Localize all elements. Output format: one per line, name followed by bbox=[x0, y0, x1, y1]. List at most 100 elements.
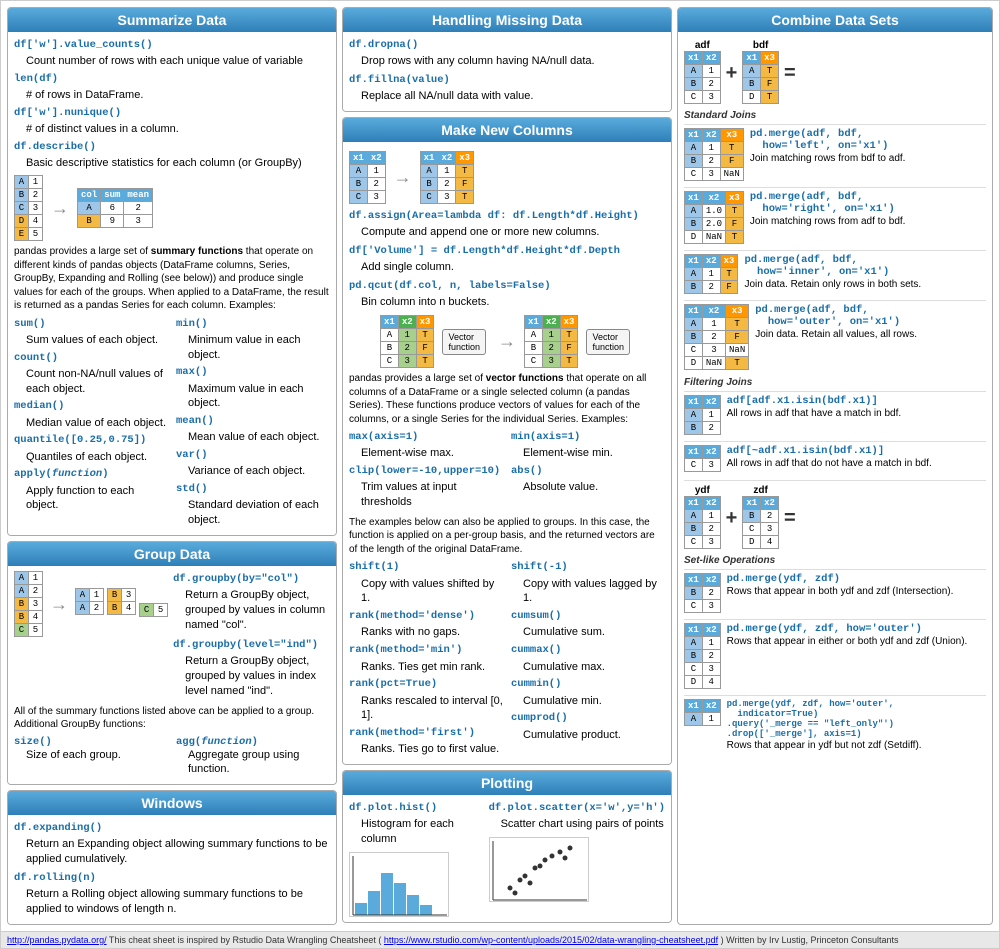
group-t2: B3 B4 bbox=[107, 588, 136, 615]
vec-arrow: → bbox=[494, 331, 520, 352]
fn-std: std() bbox=[176, 483, 208, 495]
oj-code: pd.merge(adf, bdf, how='outer', on='x1') bbox=[755, 304, 986, 328]
fn-rank-min: rank(method='min') bbox=[349, 644, 462, 656]
desc-plot-hist: Histogram for each column bbox=[349, 817, 481, 847]
fn-shift1-desc: Copy with values shifted by 1. bbox=[349, 577, 503, 607]
zdf-table: x1x2 B2 C3 D4 bbox=[742, 496, 779, 549]
zdf-label-area: zdf x1x2 B2 C3 D4 bbox=[742, 485, 779, 552]
set-diff-row: x1x2 A1 pd.merge(ydf, zdf, how='outer', … bbox=[684, 695, 986, 755]
equals-icon: = bbox=[784, 62, 796, 85]
su-table: x1x2 A1 B2 C3 D4 bbox=[684, 623, 721, 692]
sd-code: pd.merge(ydf, zdf, how='outer', indicato… bbox=[727, 699, 986, 739]
nc-arrow: → bbox=[390, 167, 416, 188]
si-text: Rows that appear in both ydf and zdf (In… bbox=[727, 585, 986, 599]
outer-join-desc: pd.merge(adf, bdf, how='outer', on='x1')… bbox=[755, 304, 986, 344]
vector-text: pandas provides a large set of vector fu… bbox=[349, 372, 665, 426]
summary-text: pandas provides a large set of summary f… bbox=[14, 245, 330, 313]
desc-assign: Compute and append one or more new colum… bbox=[349, 225, 665, 240]
fj1-desc: adf[adf.x1.isin(bdf.x1)] All rows in adf… bbox=[727, 395, 986, 423]
fn-shift-n1: shift(-1) bbox=[511, 561, 568, 573]
fn-abs: abs() bbox=[511, 465, 543, 477]
missing-body: df.dropna() Drop rows with any column ha… bbox=[343, 32, 671, 111]
outer-join-row: x1x2x3 A1T B2F C3NaN DNaNT pd.merge(adf,… bbox=[684, 300, 986, 373]
fn-apply: apply(function) bbox=[14, 468, 109, 480]
fn-cumprod-desc: Cumulative product. bbox=[511, 728, 665, 743]
desc-nunique: # of distinct values in a column. bbox=[14, 122, 330, 137]
summarize-header: Summarize Data bbox=[8, 8, 336, 32]
fn-max: max() bbox=[176, 366, 208, 378]
fn-rank-pct: rank(pct=True) bbox=[349, 678, 437, 690]
group-t1: A1 A2 bbox=[75, 588, 104, 615]
fn-shift1: shift(1) bbox=[349, 561, 399, 573]
ij-code: pd.merge(adf, bdf, how='inner', on='x1') bbox=[744, 254, 986, 278]
adf-label: adf bbox=[684, 40, 721, 51]
code-assign: df.assign(Area=lambda df: df.Length*df.H… bbox=[349, 210, 639, 222]
code-volume: df['Volume'] = df.Length*df.Height*df.De… bbox=[349, 245, 620, 257]
footer-link2[interactable]: https://www.rstudio.com/wp-content/uploa… bbox=[384, 935, 718, 945]
fn-max-axis-desc: Element-wise max. bbox=[349, 446, 503, 461]
desc-expanding: Return an Expanding object allowing summ… bbox=[14, 837, 330, 867]
left-join-desc: pd.merge(adf, bdf, how='left', on='x1') … bbox=[750, 128, 986, 168]
plotting-content: df.plot.hist() Histogram for each column bbox=[349, 800, 665, 917]
fn-sum-desc: Sum values of each object. bbox=[14, 333, 168, 348]
summarize-section: Summarize Data df['w'].value_counts() Co… bbox=[7, 7, 337, 536]
inner-join-desc: pd.merge(adf, bdf, how='inner', on='x1')… bbox=[744, 254, 986, 294]
windows-body: df.expanding() Return an Expanding objec… bbox=[8, 815, 336, 924]
code-size: size() bbox=[14, 736, 52, 748]
desc-plot-scatter: Scatter chart using pairs of points bbox=[489, 817, 665, 832]
shift-right: shift(-1) Copy with values lagged by 1. … bbox=[511, 559, 665, 759]
group-arrow: → bbox=[46, 594, 72, 615]
footer-end-text: ) Written by Irv Lustig, Princeton Consu… bbox=[721, 935, 899, 945]
fn-min: min() bbox=[176, 318, 208, 330]
mini-table-2: colsummean A62 B93 bbox=[77, 188, 153, 228]
desc-fillna: Replace all NA/null data with value. bbox=[349, 89, 665, 104]
si-desc: pd.merge(ydf, zdf) Rows that appear in b… bbox=[727, 573, 986, 601]
code-dropna: df.dropna() bbox=[349, 39, 418, 51]
fj1-code: adf[adf.x1.isin(bdf.x1)] bbox=[727, 395, 986, 407]
sd-text: Rows that appear in ydf but not zdf (Set… bbox=[727, 739, 986, 753]
fn-cummin: cummin() bbox=[511, 678, 561, 690]
fn-count-desc: Count non-NA/null values of each object. bbox=[14, 367, 168, 397]
right-join-table: x1x2x3 A1.0T B2.0F DNaNT bbox=[684, 191, 744, 247]
fn-cumsum: cumsum() bbox=[511, 610, 561, 622]
plus-icon: + bbox=[726, 62, 738, 85]
equals-icon-2: = bbox=[784, 507, 796, 530]
fn-rank-pct-desc: Ranks rescaled to interval [0, 1]. bbox=[349, 694, 503, 724]
fn-sum: sum() bbox=[14, 318, 46, 330]
windows-header: Windows bbox=[8, 791, 336, 815]
desc-len: # of rows in DataFrame. bbox=[14, 88, 330, 103]
fj1-table: x1x2 A1 B2 bbox=[684, 395, 721, 438]
right-column: Combine Data Sets adf x1x2 A1 B2 C3 bbox=[677, 7, 993, 925]
fj1-text: All rows in adf that have a match in bdf… bbox=[727, 407, 986, 421]
vec-table-out: x1x2x3 A1T B2F C3T bbox=[524, 315, 578, 368]
bdf-table: x1x3 AT BF DT bbox=[742, 51, 779, 104]
fn-rank-first: rank(method='first') bbox=[349, 727, 475, 739]
shift-funcs-grid: shift(1) Copy with values shifted by 1. … bbox=[349, 559, 665, 759]
sd-result: x1x2 A1 bbox=[684, 699, 721, 726]
group-tables-visual: A1 A2 B3 B4 C5 → A1 A2 bbox=[14, 571, 168, 637]
vector-visual: x1x2x3 A1T B2F C3T Vectorfunction → x1x2… bbox=[349, 315, 665, 368]
group-apply-text: The examples below can also be applied t… bbox=[349, 516, 665, 557]
hist-sketch bbox=[349, 852, 449, 917]
outer-join-table: x1x2x3 A1T B2F C3NaN DNaNT bbox=[684, 304, 749, 373]
vector-function-label-2: Vectorfunction bbox=[586, 329, 630, 355]
fn-count: count() bbox=[14, 352, 58, 364]
fn-cummax-desc: Cumulative max. bbox=[511, 660, 665, 675]
newcols-section: Make New Columns x1x2 A1 B2 C3 → x1x2x3 bbox=[342, 117, 672, 765]
filter-join-1-row: x1x2 A1 B2 adf[adf.x1.isin(bdf.x1)] All … bbox=[684, 391, 986, 438]
su-text: Rows that appear in either or both ydf a… bbox=[727, 635, 986, 649]
fj2-table: x1x2 C3 bbox=[684, 445, 721, 475]
combine-intro-visual: adf x1x2 A1 B2 C3 + bdf bbox=[684, 40, 986, 107]
footer-link1[interactable]: http://pandas.pydata.org/ bbox=[7, 935, 107, 945]
plus-icon-2: + bbox=[726, 507, 738, 530]
scatter-svg bbox=[490, 838, 589, 902]
nc-table-out: x1x2x3 A1T B2F C3T bbox=[420, 151, 474, 204]
desc-size: Size of each group. bbox=[14, 748, 168, 763]
code-len: len(df) bbox=[14, 73, 58, 85]
group-visual-area: A1 A2 B3 B4 C5 → A1 A2 bbox=[14, 571, 330, 700]
rj-result: x1x2x3 A1.0T B2.0F DNaNT bbox=[684, 191, 744, 244]
fn-clip-desc: Trim values at input thresholds bbox=[349, 480, 503, 510]
fj2-code: adf[~adf.x1.isin(bdf.x1)] bbox=[727, 445, 986, 457]
fn-cumprod: cumprod() bbox=[511, 712, 568, 724]
group-funcs: df.groupby(by="col") Return a GroupBy ob… bbox=[173, 571, 330, 700]
